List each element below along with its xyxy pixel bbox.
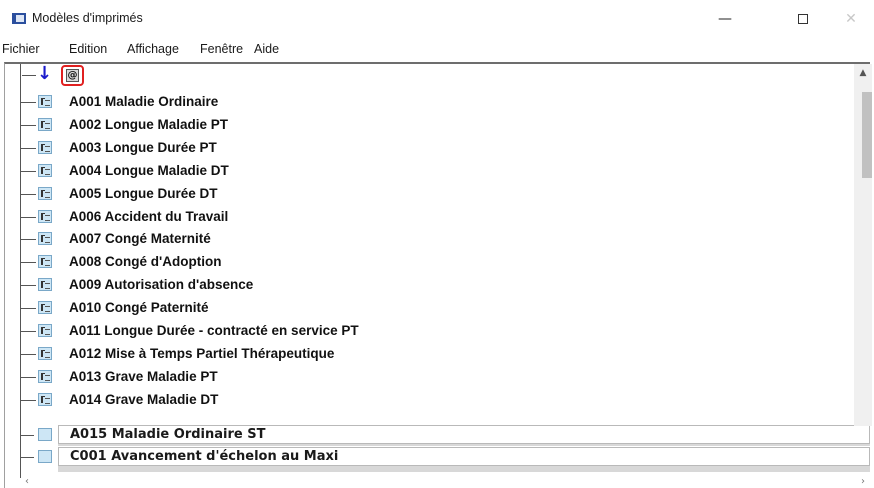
tree-item-label: A002 Longue Maladie PT	[69, 116, 229, 132]
tree-connector	[20, 239, 36, 241]
tree-connector	[20, 193, 36, 195]
list-item[interactable]: A015 Maladie Ordinaire ST	[14, 424, 870, 446]
tree-item[interactable]: A014 Grave Maladie DT	[20, 389, 840, 411]
tree-item[interactable]: A007 Congé Maternité	[20, 228, 840, 250]
arrow-down-icon[interactable]: ↓	[37, 64, 52, 84]
tree-connector	[20, 285, 36, 287]
maximize-button[interactable]	[780, 0, 826, 38]
tree-connector	[20, 399, 36, 401]
document-icon	[38, 392, 52, 406]
menu-bar: Fichier Edition Affichage Fenêtre Aide	[0, 38, 874, 60]
tree-item[interactable]: A008 Congé d'Adoption	[20, 251, 840, 273]
app-icon	[12, 13, 26, 24]
tree-item[interactable]: A011 Longue Durée - contracté en service…	[20, 320, 840, 342]
tree-connector	[22, 75, 36, 76]
tree-item-label: A003 Longue Durée PT	[69, 139, 217, 155]
menu-fichier[interactable]: Fichier	[2, 42, 40, 56]
tree-item[interactable]: A001 Maladie Ordinaire	[20, 91, 840, 113]
scroll-left-icon[interactable]: ‹	[20, 476, 34, 488]
tree-connector	[20, 457, 34, 458]
document-icon	[38, 324, 52, 337]
minimize-icon: —	[718, 11, 732, 27]
tree-connector	[20, 170, 36, 172]
tree-item[interactable]: A002 Longue Maladie PT	[20, 114, 840, 136]
tree-item[interactable]: A013 Grave Maladie PT	[20, 366, 840, 388]
tree-item[interactable]: A003 Longue Durée PT	[20, 137, 840, 159]
tree-connector	[20, 331, 36, 332]
scroll-up-icon[interactable]: ▲	[854, 66, 872, 80]
document-icon	[38, 278, 52, 292]
tree-connector	[20, 147, 36, 149]
tree-connector	[20, 102, 36, 103]
tree-item-label: A005 Longue Durée DT	[69, 185, 218, 201]
tree-connector	[20, 308, 36, 310]
list-item-label: C001 Avancement d'échelon au Maxi	[70, 449, 339, 464]
document-icon	[38, 301, 52, 315]
document-icon	[38, 163, 52, 177]
scrollbar-thumb[interactable]	[862, 92, 872, 178]
tree-item[interactable]: A006 Accident du Travail	[20, 206, 840, 228]
minimize-button[interactable]: —	[702, 0, 748, 38]
tree-connector	[20, 124, 36, 126]
overlay-list: A015 Maladie Ordinaire ST C001 Avancemen…	[14, 424, 870, 488]
selected-root-node[interactable]: @	[61, 65, 84, 86]
menu-fenetre[interactable]: Fenêtre	[200, 42, 243, 56]
document-icon	[38, 186, 52, 200]
tree-item[interactable]: A009 Autorisation d'absence	[20, 274, 840, 296]
maximize-icon	[798, 14, 808, 24]
tree-item-label: A013 Grave Maladie PT	[69, 368, 218, 384]
document-icon	[38, 369, 52, 383]
tree-connector	[20, 262, 36, 264]
at-sign-icon: @	[66, 69, 79, 82]
tree-item-label: A006 Accident du Travail	[69, 208, 229, 224]
window-title: Modèles d'imprimés	[32, 11, 143, 25]
tree-item[interactable]: A004 Longue Maladie DT	[20, 160, 840, 182]
tree-item-label: A014 Grave Maladie DT	[69, 391, 219, 407]
scroll-right-icon[interactable]: ›	[856, 476, 870, 488]
document-icon	[38, 95, 52, 108]
list-item[interactable]: C001 Avancement d'échelon au Maxi	[14, 446, 870, 468]
tree-item-label: A010 Congé Paternité	[69, 300, 209, 316]
tree-item-label: A008 Congé d'Adoption	[69, 254, 222, 270]
document-icon	[38, 450, 52, 463]
tree-connector	[20, 216, 36, 218]
tree-item-label: A012 Mise à Temps Partiel Thérapeutique	[69, 345, 335, 361]
tree-item[interactable]: A005 Longue Durée DT	[20, 183, 840, 205]
tree-item-label: A007 Congé Maternité	[69, 231, 211, 247]
close-icon: ✕	[845, 11, 857, 27]
document-icon	[38, 117, 52, 131]
document-icon	[38, 428, 52, 441]
tree-connector	[20, 435, 34, 436]
document-icon	[38, 346, 52, 360]
tree-item-label: A001 Maladie Ordinaire	[69, 94, 219, 109]
tree-item-label: A004 Longue Maladie DT	[69, 162, 229, 178]
document-icon	[38, 232, 52, 246]
tree-item-label: A009 Autorisation d'absence	[69, 277, 254, 293]
tree-item[interactable]: A012 Mise à Temps Partiel Thérapeutique	[20, 343, 840, 365]
document-icon	[38, 209, 52, 223]
list-item-label: A015 Maladie Ordinaire ST	[70, 427, 266, 442]
tree-connector	[20, 353, 36, 355]
document-icon	[38, 255, 52, 269]
document-icon	[38, 140, 52, 154]
menu-edition[interactable]: Edition	[69, 42, 107, 56]
menu-affichage[interactable]: Affichage	[127, 42, 179, 56]
menu-aide[interactable]: Aide	[254, 42, 279, 56]
tree-item[interactable]: A010 Congé Paternité	[20, 297, 840, 319]
title-bar: Modèles d'imprimés — ✕	[0, 0, 874, 38]
tree-connector	[20, 376, 36, 378]
close-button[interactable]: ✕	[828, 0, 874, 38]
tree-item-label: A011 Longue Durée - contracté en service…	[69, 323, 359, 338]
